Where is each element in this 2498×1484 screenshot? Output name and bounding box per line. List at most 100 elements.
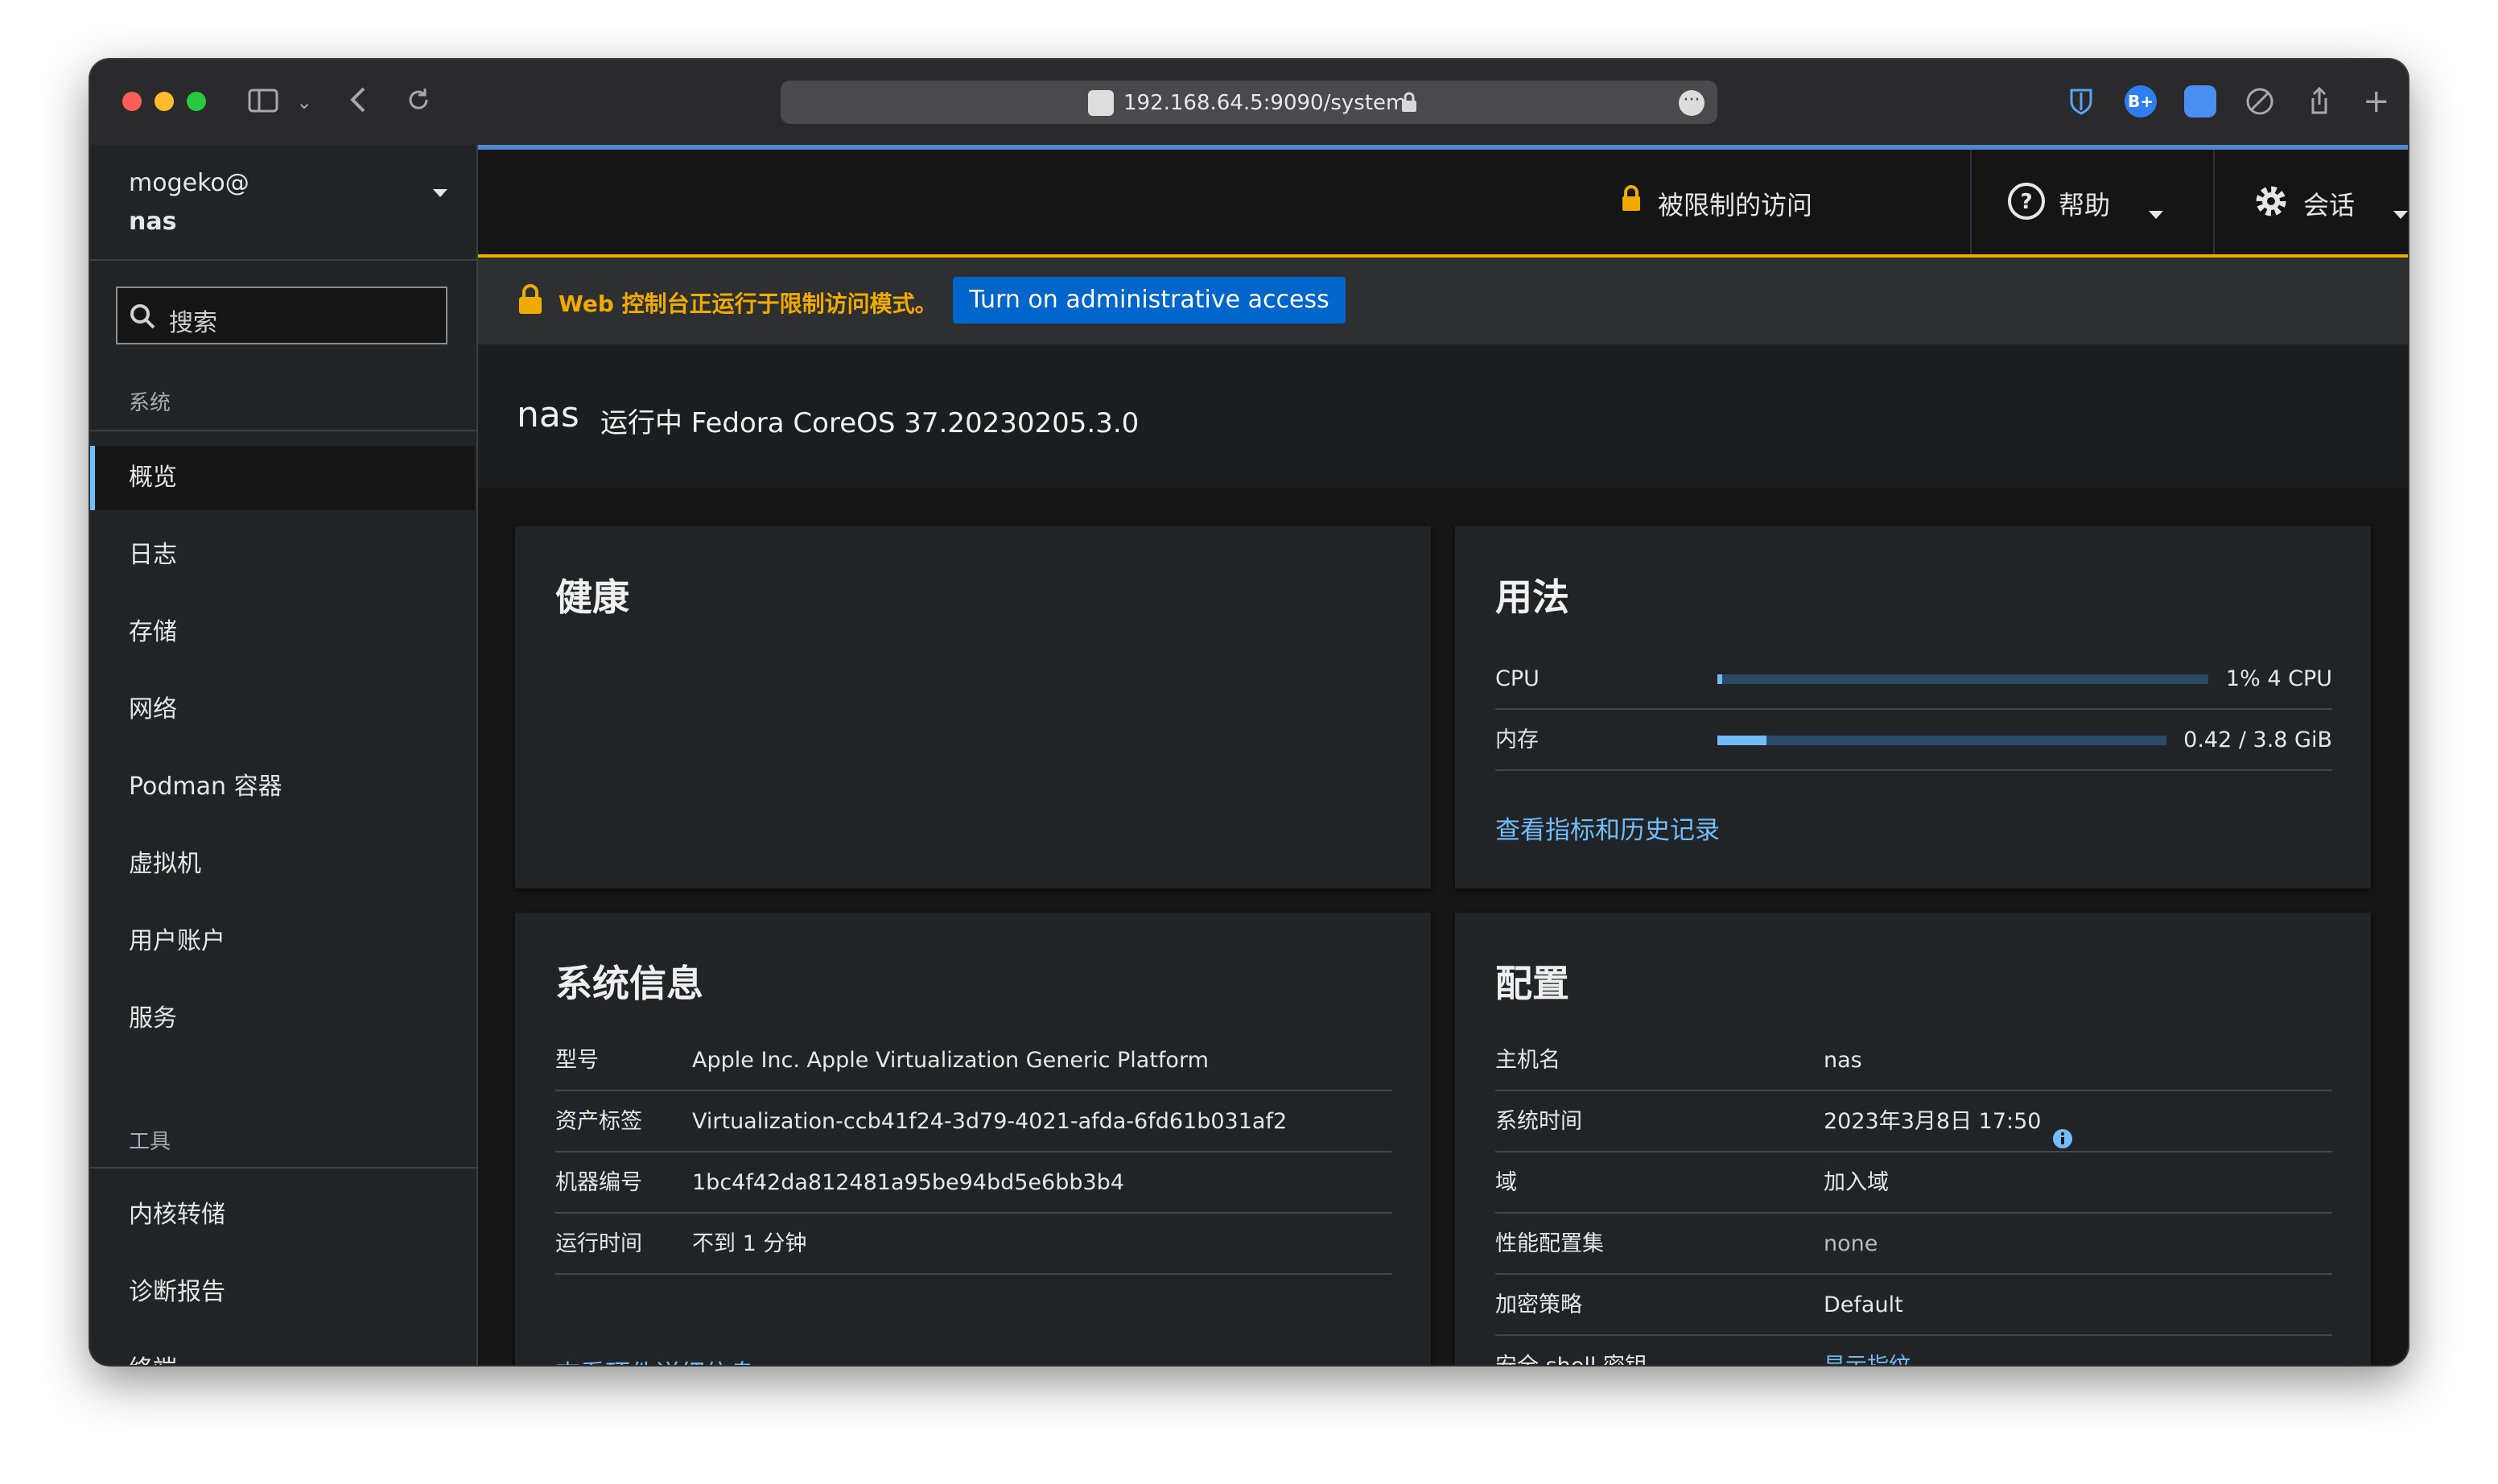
back-icon[interactable] [346, 84, 370, 121]
cpu-progress-bar [1717, 674, 2208, 684]
model-key: 型号 [555, 1048, 599, 1073]
caret-down-icon[interactable] [431, 187, 449, 202]
section-system-label: 系统 [129, 391, 171, 415]
usage-title: 用法 [1495, 575, 1569, 619]
uptime-key: 运行时间 [555, 1231, 642, 1256]
bplus-extension-icon[interactable]: B+ [2125, 85, 2157, 117]
os-subtitle: 运行中 Fedora CoreOS 37.20230205.3.0 [600, 407, 1140, 439]
sidebar-item-vms[interactable]: 虚拟机 [90, 832, 475, 897]
sysinfo-row-machine-id: 机器编号 1bc4f42da812481a95be94bd5e6bb3b4 [555, 1152, 1392, 1214]
url-text: 192.168.64.5:9090/system [1123, 91, 1407, 115]
site-icon [1088, 90, 1114, 116]
reload-icon[interactable] [404, 85, 433, 119]
ssh-keys-key: 安全 shell 密钥 [1495, 1336, 1647, 1365]
browser-window: ⌄ 192.168.64.5:9090/system ··· B+ + moge… [90, 60, 2408, 1365]
page-header: nas 运行中 Fedora CoreOS 37.20230205.3.0 [478, 344, 2408, 488]
bitwarden-shield-icon[interactable] [2065, 85, 2097, 117]
cpu-progress-fill [1717, 674, 1723, 684]
performance-profile-value[interactable]: none [1824, 1214, 1878, 1275]
admin-access-button[interactable]: Turn on administrative access [953, 277, 1346, 324]
system-time-key: 系统时间 [1495, 1109, 1582, 1134]
sidebar-item-logs[interactable]: 日志 [90, 523, 475, 587]
memory-progress-bar [1717, 736, 2166, 745]
cpu-value: 1% 4 CPU [2225, 666, 2332, 691]
domain-value[interactable]: 加入域 [1824, 1152, 1889, 1214]
health-card: 健康 [515, 526, 1431, 888]
section-tools-label: 工具 [129, 1130, 171, 1154]
svg-text:?: ? [2020, 190, 2032, 214]
search-input[interactable]: 搜索 [116, 286, 447, 344]
restricted-access-item[interactable]: 被限制的访问 [1621, 150, 1846, 254]
sidebar-item-kdump[interactable]: 内核转储 [90, 1183, 475, 1247]
browser-toolbar: ⌄ 192.168.64.5:9090/system ··· B+ + [90, 60, 2408, 146]
lock-icon [1400, 92, 1418, 118]
usage-row-cpu: CPU 1% 4 CPU [1495, 649, 2332, 710]
new-tab-icon[interactable]: + [2363, 85, 2395, 117]
share-icon[interactable] [2303, 85, 2335, 117]
caret-down-icon [2147, 196, 2165, 227]
sidebar-item-diagnostics[interactable]: 诊断报告 [90, 1260, 475, 1325]
sidebar-item-network[interactable]: 网络 [90, 678, 475, 742]
memory-label: 内存 [1495, 728, 1539, 752]
search-icon [129, 303, 156, 336]
session-menu[interactable]: 会话 [2252, 150, 2408, 254]
divider [1970, 150, 1972, 254]
show-fingerprints-link[interactable]: 显示指纹 [1824, 1336, 1911, 1365]
block-icon[interactable] [2244, 85, 2276, 117]
minimize-window-button[interactable] [155, 92, 174, 111]
sidebar-item-storage[interactable]: 存储 [90, 600, 475, 665]
usage-row-memory: 内存 0.42 / 3.8 GiB [1495, 710, 2332, 771]
limited-access-alert: Web 控制台正运行于限制访问模式。 Turn on administrativ… [478, 258, 2408, 344]
usage-card: 用法 CPU 1% 4 CPU 内存 0.42 / 3.8 GiB 查看指标和历… [1455, 526, 2371, 888]
host-user: mogeko@ [129, 169, 249, 197]
memory-progress-fill [1717, 736, 1767, 745]
help-label: 帮助 [2059, 190, 2111, 221]
system-info-card: 系统信息 型号 Apple Inc. Apple Virtualization … [515, 913, 1431, 1365]
cpu-label: CPU [1495, 666, 1540, 691]
divider [90, 1167, 476, 1169]
sidebar-item-services[interactable]: 服务 [90, 987, 475, 1051]
system-time-value[interactable]: 2023年3月8日 17:50 [1824, 1091, 2041, 1152]
hostname-key: 主机名 [1495, 1048, 1560, 1073]
sysinfo-row-asset-tag: 资产标签 Virtualization-ccb41f24-3d79-4021-a… [555, 1091, 1392, 1152]
close-window-button[interactable] [122, 92, 142, 111]
metrics-history-link[interactable]: 查看指标和历史记录 [1495, 810, 1720, 846]
host-switcher[interactable]: mogeko@ nas [129, 164, 249, 241]
help-menu[interactable]: ? 帮助 [2007, 150, 2184, 254]
host-name: nas [129, 208, 177, 236]
hostname-value[interactable]: nas [1824, 1030, 1862, 1091]
address-bar[interactable]: 192.168.64.5:9090/system ··· [781, 80, 1717, 124]
alert-message: Web 控制台正运行于限制访问模式。 [559, 291, 938, 317]
sidebar-item-overview[interactable]: 概览 [90, 446, 475, 510]
lock-icon [1621, 185, 1642, 219]
model-value: Apple Inc. Apple Virtualization Generic … [692, 1048, 1209, 1073]
config-row-ssh-keys: 安全 shell 密钥 显示指纹 [1495, 1336, 2332, 1365]
asset-tag-key: 资产标签 [555, 1109, 642, 1134]
machine-id-value: 1bc4f42da812481a95be94bd5e6bb3b4 [692, 1170, 1124, 1195]
extension-icon[interactable] [2184, 85, 2216, 117]
page-title: nas [517, 394, 579, 435]
sidebar-toggle-icon[interactable] [248, 87, 280, 119]
sidebar-item-podman[interactable]: Podman 容器 [90, 755, 475, 819]
restricted-access-label: 被限制的访问 [1658, 190, 1813, 221]
more-icon[interactable]: ··· [1679, 90, 1704, 116]
sidebar-item-accounts[interactable]: 用户账户 [90, 909, 475, 974]
chevron-down-icon[interactable]: ⌄ [296, 89, 312, 116]
gear-icon [2252, 182, 2290, 227]
sysinfo-row-model: 型号 Apple Inc. Apple Virtualization Gener… [555, 1030, 1392, 1091]
config-row-hostname: 主机名 nas [1495, 1030, 2332, 1091]
hardware-details-link[interactable]: 查看硬件详细信息 [555, 1354, 755, 1365]
system-info-title: 系统信息 [555, 962, 703, 1005]
uptime-value: 不到 1 分钟 [692, 1231, 807, 1256]
memory-value: 0.42 / 3.8 GiB [2183, 728, 2332, 752]
divider [90, 259, 476, 261]
configuration-card: 配置 主机名 nas 系统时间 2023年3月8日 17:50 域 加入域 性能… [1455, 913, 2371, 1365]
main-content: 被限制的访问 ? 帮助 会话 Web 控制台正运行于限制访问模式。 Turn o… [478, 145, 2408, 1365]
zoom-window-button[interactable] [187, 92, 206, 111]
crypto-policy-value[interactable]: Default [1824, 1275, 1903, 1336]
config-row-system-time: 系统时间 2023年3月8日 17:50 [1495, 1091, 2332, 1152]
divider [90, 430, 476, 431]
sidebar-item-terminal[interactable]: 终端 [90, 1338, 475, 1365]
divider [2213, 150, 2215, 254]
machine-id-key: 机器编号 [555, 1170, 642, 1195]
